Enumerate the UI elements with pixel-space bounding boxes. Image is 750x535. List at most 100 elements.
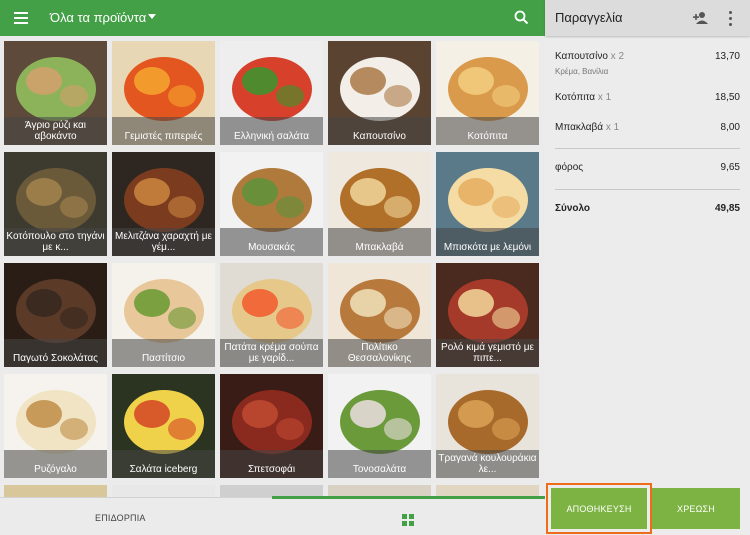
product-caption: Σπετσοφάι [220,450,323,478]
product-tile[interactable]: Ρολό κιμά γεμιστό με πιπε... [436,263,539,367]
product-name: Τραγανά κουλουράκια λε... [438,453,537,475]
bottom-tab-bar: ΕΠΙΔΟΡΠΙΑ [0,496,545,535]
product-name: Πολίτικο Θεσσαλονίκης [347,342,412,364]
total-amount: 49,85 [714,203,740,214]
divider [555,189,740,190]
product-tile[interactable]: Άγριο ρύζι και αβοκάντο [4,41,107,145]
product-caption: Παστίτσιο [112,339,215,367]
product-tile[interactable]: Σπετσοφάι [220,374,323,478]
product-tile[interactable]: Μελιτζάνα χαραχτή με γέμ... [112,152,215,256]
caret-down-icon [148,14,156,19]
order-line-item[interactable]: Κοτόπιτα x 1 18,50 [555,92,740,106]
tax-row: φόρος 9,65 [555,162,740,176]
product-caption: Μελιτζάνα χαραχτή με γέμ... [112,228,215,256]
product-caption: Κοτόπουλο στο τηγάνι με κ... [4,228,107,256]
product-name: Κοτόπουλο στο τηγάνι με κ... [6,231,105,253]
product-name: Ρυζόγαλο [34,464,77,475]
item-modifiers: Κρέμα, Βανίλια [555,67,609,76]
pos-app: Όλα τα προϊόντα Άγριο ρύζι και αβοκάντο Γ… [0,0,750,535]
item-amount: 8,00 [720,122,740,133]
product-grid: Άγριο ρύζι και αβοκάντο Γεμιστές πιπεριές… [4,41,542,497]
product-caption: Καπουτσίνο [328,117,431,145]
product-name: Μελιτζάνα χαραχτή με γέμ... [115,231,212,253]
product-panel: Όλα τα προϊόντα Άγριο ρύζι και αβοκάντο Γ… [0,0,545,535]
save-button[interactable]: ΑΠΟΘΗΚΕΥΣΗ [546,483,652,534]
product-tile[interactable]: Ρυζόγαλο [4,374,107,478]
product-name: Καπουτσίνο [353,131,406,142]
order-title: Παραγγελία [555,10,623,25]
product-tile[interactable]: Σαλάτα iceberg [112,374,215,478]
charge-button[interactable]: ΧΡΕΩΣΗ [652,488,740,529]
product-tile[interactable]: Καπουτσίνο [328,41,431,145]
product-tile[interactable]: Κοτόπουλο στο τηγάνι με κ... [4,152,107,256]
item-qty: x 2 [610,51,625,62]
product-caption: Μουσακάς [220,228,323,256]
product-name: Γεμιστές πιπεριές [124,131,203,142]
category-dropdown[interactable]: Όλα τα προϊόντα [50,10,156,25]
active-tab-indicator [272,496,545,499]
product-caption: Κοτόπιτα [436,117,539,145]
menu-icon[interactable] [12,9,32,27]
product-name: Μουσακάς [248,242,295,253]
product-tile[interactable]: Παγωτό Σοκολάτας [4,263,107,367]
category-label: Όλα τα προϊόντα [50,10,147,25]
total-label: Σύνολο [555,203,591,214]
add-customer-icon[interactable] [692,9,710,27]
product-name: Πατάτα κρέμα σούπα με γαρίδ... [224,342,319,364]
product-name: Κοτόπιτα [467,131,508,142]
product-caption: Τονοσαλάτα [328,450,431,478]
product-caption: Τραγανά κουλουράκια λε... [436,450,539,478]
item-name: Καπουτσίνο [555,51,608,62]
product-caption: Ελληνική σαλάτα [220,117,323,145]
product-tile[interactable]: Μουσακάς [220,152,323,256]
product-tile[interactable]: Μπισκότα με λεμόνι [436,152,539,256]
product-tile[interactable]: Γεμιστές πιπεριές [112,41,215,145]
product-name: Σαλάτα iceberg [129,464,198,475]
product-caption: Πολίτικο Θεσσαλονίκης [328,339,431,367]
product-name: Μπισκότα με λεμόνι [443,242,532,253]
product-tile[interactable]: Παστίτσιο [112,263,215,367]
product-caption: Ρυζόγαλο [4,450,107,478]
product-tile[interactable]: Κοτόπιτα [436,41,539,145]
product-tile-partial[interactable] [112,485,215,497]
product-tile[interactable]: Ελληνική σαλάτα [220,41,323,145]
product-caption: Σαλάτα iceberg [112,450,215,478]
more-vert-icon[interactable] [728,9,734,27]
product-caption: Μπισκότα με λεμόνι [436,228,539,256]
item-amount: 13,70 [714,51,740,62]
search-icon[interactable] [512,8,532,28]
item-name: Κοτόπιτα [555,92,596,103]
product-caption: Μπακλαβά [328,228,431,256]
product-name: Σπετσοφάι [247,464,296,475]
product-tile[interactable]: Πατάτα κρέμα σούπα με γαρίδ... [220,263,323,367]
total-row: Σύνολο 49,85 [555,203,740,217]
tax-amount: 9,65 [720,162,740,173]
product-caption: Παγωτό Σοκολάτας [4,339,107,367]
tab-desserts[interactable]: ΕΠΙΔΟΡΠΙΑ [95,513,146,523]
product-tile-partial[interactable] [4,485,107,497]
grid-view-icon[interactable] [402,514,414,526]
order-header: Παραγγελία [545,0,750,36]
product-name: Τονοσαλάτα [352,464,407,475]
product-caption: Γεμιστές πιπεριές [112,117,215,145]
order-line-item[interactable]: Καπουτσίνο x 2 13,70 Κρέμα, Βανίλια [555,51,740,79]
product-name: Παγωτό Σοκολάτας [13,353,98,364]
item-qty: x 1 [605,122,620,133]
product-name: Ελληνική σαλάτα [234,131,309,142]
item-name: Μπακλαβά [555,122,604,133]
order-line-item[interactable]: Μπακλαβά x 1 8,00 [555,122,740,136]
product-caption: Ρολό κιμά γεμιστό με πιπε... [436,339,539,367]
divider [555,148,740,149]
product-name: Μπακλαβά [355,242,404,253]
product-name: Παστίτσιο [141,353,186,364]
order-panel: Παραγγελία Καπουτσίνο x 2 13,70 Κρέμα, Β… [545,0,750,535]
product-tile[interactable]: Μπακλαβά [328,152,431,256]
product-tile[interactable]: Πολίτικο Θεσσαλονίκης [328,263,431,367]
product-caption: Άγριο ρύζι και αβοκάντο [4,117,107,145]
product-tile[interactable]: Τονοσαλάτα [328,374,431,478]
product-caption: Πατάτα κρέμα σούπα με γαρίδ... [220,339,323,367]
top-app-bar: Όλα τα προϊόντα [0,0,545,36]
product-name: Ρολό κιμά γεμιστό με πιπε... [441,342,534,364]
product-tile[interactable]: Τραγανά κουλουράκια λε... [436,374,539,478]
product-name: Άγριο ρύζι και αβοκάντο [24,120,86,142]
